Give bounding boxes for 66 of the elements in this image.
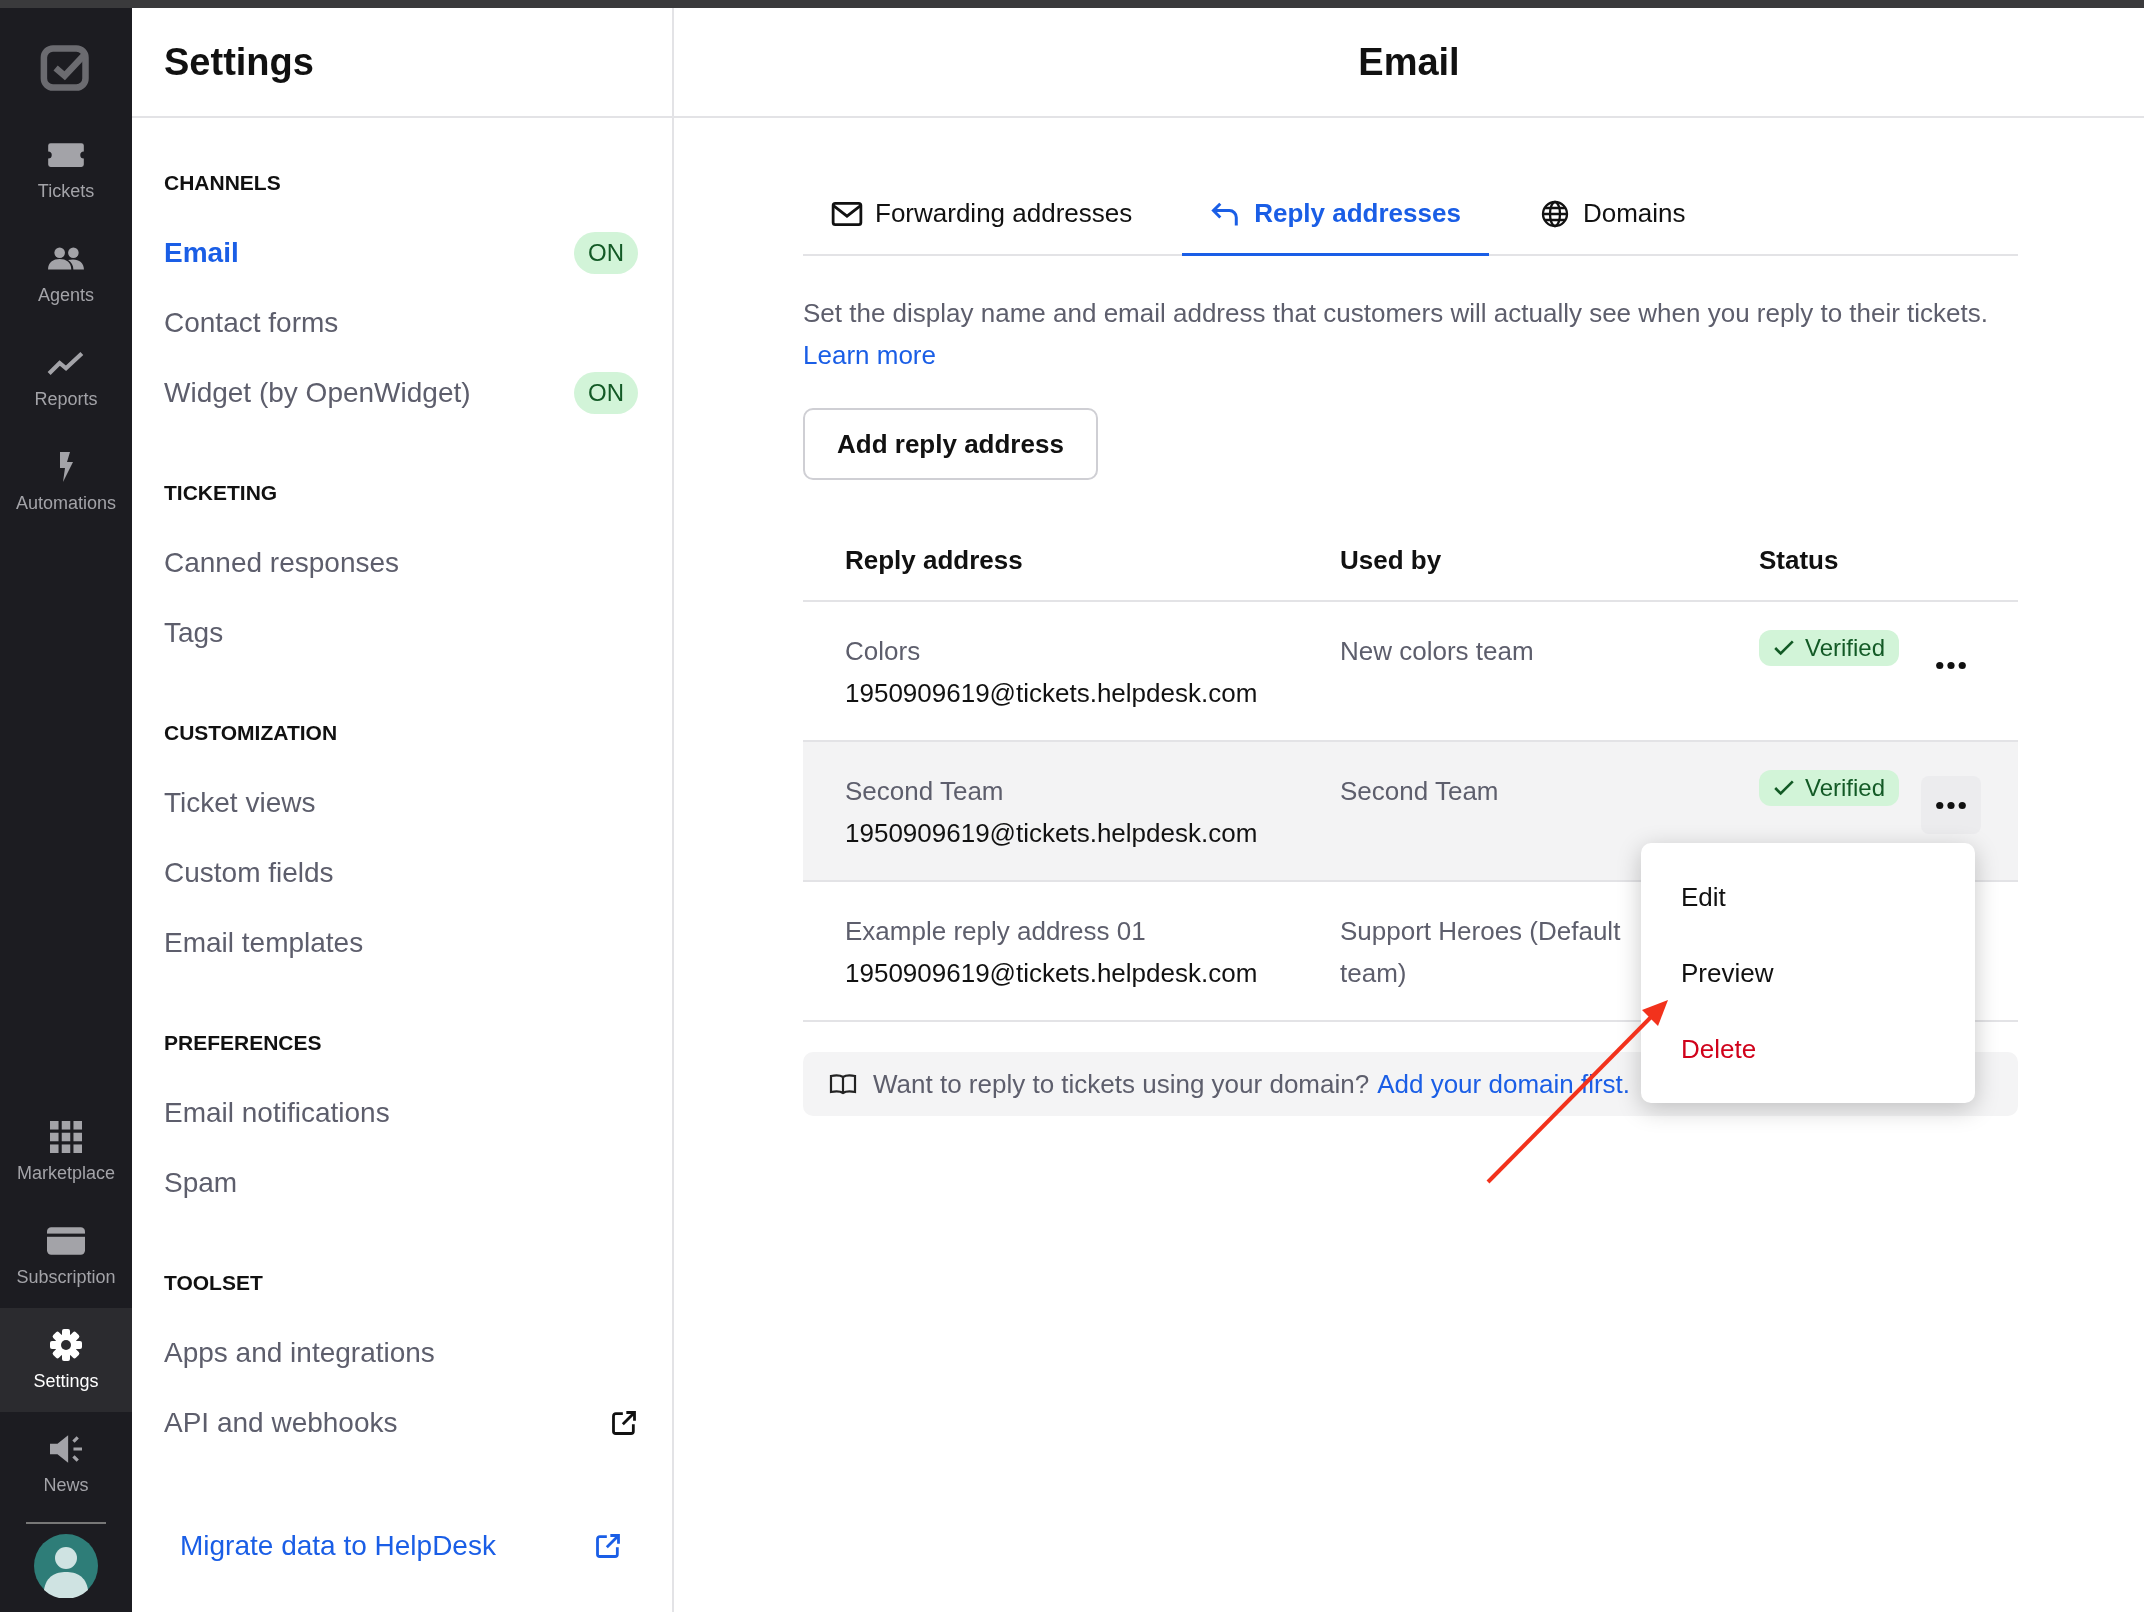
- section-heading: TOOLSET: [164, 1270, 264, 1296]
- page-title: Email: [1358, 40, 1460, 84]
- description-text: Set the display name and email address that customers will actually see when you reply to their tickets.: [803, 297, 1990, 330]
- tab[interactable]: Domains: [1510, 188, 1714, 256]
- sidebar-item[interactable]: Contact forms: [164, 307, 339, 339]
- sidebar-title: Settings: [164, 40, 314, 84]
- sidebar-item[interactable]: Widget (by OpenWidget): [164, 377, 471, 409]
- menu-item[interactable]: Preview: [1641, 935, 1975, 1011]
- column-header: Reply address: [844, 544, 1024, 576]
- verified-badge: Verified: [1759, 770, 1900, 806]
- sidebar-item[interactable]: API and webhooks: [164, 1407, 398, 1439]
- tab[interactable]: Forwarding addresses: [803, 188, 1161, 256]
- team-name: Support Heroes (Default team): [1340, 915, 1622, 990]
- column-header: Used by: [1339, 544, 1443, 576]
- sidebar-item[interactable]: Apps and integrations: [164, 1337, 435, 1369]
- team-name: New colors team: [1340, 635, 1535, 668]
- sidebar-item[interactable]: Spam: [164, 1167, 238, 1199]
- address-email: 1950909619@tickets.helpdesk.com: [845, 817, 1259, 850]
- column-header: Status: [1759, 544, 1840, 576]
- rail-item[interactable]: Marketplace: [0, 1100, 132, 1204]
- avatar[interactable]: [34, 1534, 98, 1598]
- rail-item[interactable]: Tickets: [0, 118, 132, 222]
- rail-item[interactable]: Settings: [0, 1308, 132, 1412]
- logo-icon: [40, 42, 92, 94]
- section-heading: TICKETING: [164, 480, 279, 506]
- book-icon: [829, 1073, 857, 1095]
- banner-text: Want to reply to tickets using your domain?: [873, 1068, 1370, 1100]
- add-reply-address-button[interactable]: Add reply address: [803, 408, 1098, 480]
- ellipsis-icon: [1935, 800, 1967, 810]
- table-row[interactable]: Second Team 1950909619@tickets.helpdesk.com Second Team Verified: [803, 742, 2018, 882]
- ellipsis-icon: [1935, 660, 1967, 670]
- sidebar-item[interactable]: Canned responses: [164, 547, 400, 579]
- sidebar-item[interactable]: Email: [164, 237, 239, 269]
- rail-item[interactable]: Reports: [0, 326, 132, 430]
- status-badge: ON: [574, 372, 638, 414]
- sidebar-item[interactable]: Ticket views: [164, 787, 316, 819]
- rail-item[interactable]: Subscription: [0, 1204, 132, 1308]
- sidebar-item[interactable]: Email notifications: [164, 1097, 390, 1129]
- verified-badge: Verified: [1759, 630, 1900, 666]
- migrate-link[interactable]: Migrate data to HelpDesk: [180, 1530, 496, 1562]
- address-email: 1950909619@tickets.helpdesk.com: [845, 957, 1259, 990]
- sidebar-item[interactable]: Email templates: [164, 927, 364, 959]
- sidebar-item[interactable]: Custom fields: [164, 857, 334, 889]
- section-heading: CHANNELS: [164, 170, 282, 196]
- address-email: 1950909619@tickets.helpdesk.com: [845, 677, 1259, 710]
- status-badge: ON: [574, 232, 638, 274]
- settings-icon: [47, 1328, 85, 1361]
- grid-icon: [47, 1120, 85, 1153]
- external-link-icon[interactable]: [610, 1409, 638, 1437]
- tab[interactable]: Reply addresses: [1182, 188, 1489, 256]
- check-icon: [1773, 639, 1795, 657]
- rail-item[interactable]: Automations: [0, 430, 132, 534]
- rail-item[interactable]: Agents: [0, 222, 132, 326]
- more-options-button[interactable]: [1921, 776, 1981, 834]
- address-name: Example reply address 01: [845, 915, 1147, 948]
- sidebar-item[interactable]: Tags: [164, 617, 224, 649]
- learn-more-link[interactable]: Learn more: [803, 334, 2018, 376]
- rail-item[interactable]: News: [0, 1412, 132, 1516]
- section-heading: PREFERENCES: [164, 1030, 323, 1056]
- envelope-icon: [831, 199, 863, 228]
- section-heading: CUSTOMIZATION: [164, 720, 339, 746]
- team-name: Second Team: [1340, 775, 1500, 808]
- address-name: Second Team: [845, 775, 1005, 808]
- address-name: Colors: [845, 635, 922, 668]
- check-icon: [1773, 779, 1795, 797]
- card-icon: [47, 1224, 85, 1257]
